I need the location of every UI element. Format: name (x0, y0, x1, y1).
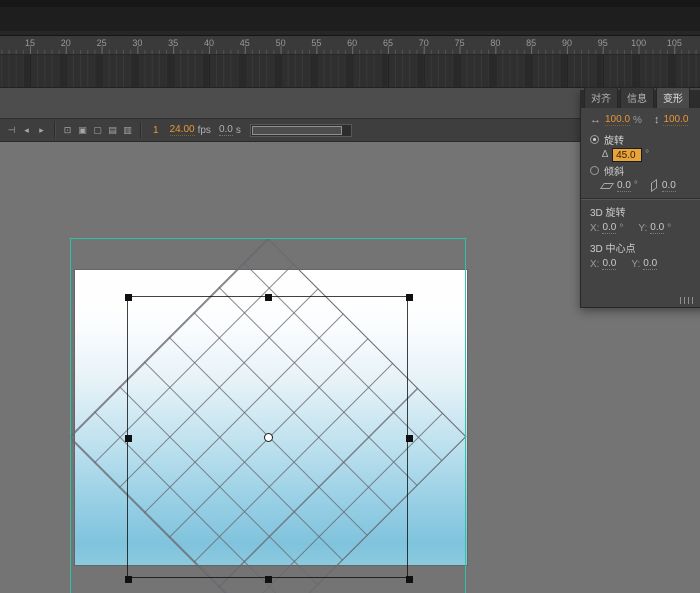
rotate-radio[interactable] (590, 135, 599, 144)
next-frame-icon[interactable]: ▸ (35, 123, 48, 138)
panel-tab-bar: 对齐 信息 变形 (580, 90, 700, 108)
onion-skin-outline-icon[interactable]: ▢ (91, 123, 104, 138)
ruler-number: 70 (419, 38, 429, 48)
top-bar (0, 0, 700, 36)
timeline-menu-icon[interactable]: ⊣ (5, 123, 18, 138)
skew-v-value[interactable]: 0.0 (662, 180, 676, 192)
toolbar-separator (140, 122, 141, 138)
ruler-number: 45 (240, 38, 250, 48)
rotate3d-y-label: Y: (638, 223, 647, 234)
skew-horizontal-icon (600, 183, 614, 189)
rotate-label: 旋转 (604, 132, 624, 147)
center3d-label: 3D 中心点 (590, 240, 636, 255)
transform-handle[interactable] (125, 294, 132, 301)
transform-handle[interactable] (125, 435, 132, 442)
ruler-number: 85 (526, 38, 536, 48)
ruler-number: 95 (598, 38, 608, 48)
panel-resize-grip[interactable] (680, 297, 693, 304)
timeline-scrollbar-thumb[interactable] (252, 126, 342, 135)
transform-handle[interactable] (406, 435, 413, 442)
skew-vertical-icon (651, 179, 657, 192)
center-frame-icon[interactable]: ⊡ (61, 123, 74, 138)
modify-onion-markers-icon[interactable]: ▥ (121, 123, 134, 138)
transform-panel-body: ↔ 100.0 % ↕ 100.0 旋转 ∆ 45.0 ° 倾斜 (580, 108, 700, 308)
toolbar-icon-group-0: ⊣◂▸ (4, 123, 49, 138)
ruler-number: 60 (347, 38, 357, 48)
elapsed-time-value: 0.0 (219, 124, 233, 136)
transform-handle[interactable] (265, 294, 272, 301)
skew-radio[interactable] (590, 166, 599, 175)
rotate3d-x-unit: ° (619, 223, 623, 234)
onion-skin-icon[interactable]: ▣ (76, 123, 89, 138)
ruler-number: 50 (276, 38, 286, 48)
tab-info[interactable]: 信息 (620, 87, 654, 108)
edit-multiple-frames-icon[interactable]: ▤ (106, 123, 119, 138)
tab-transform[interactable]: 变形 (656, 87, 690, 108)
elapsed-time-unit: s (236, 125, 241, 136)
rotate-unit: ° (645, 149, 649, 160)
rotate-angle-icon: ∆ (602, 149, 608, 160)
rotate3d-label: 3D 旋转 (590, 204, 626, 219)
skew-label: 倾斜 (604, 163, 624, 178)
ruler-number: 35 (168, 38, 178, 48)
toolbar-separator (54, 122, 55, 138)
center3d-y-label: Y: (631, 259, 640, 270)
timeline-scrollbar[interactable] (250, 124, 352, 137)
skew-h-unit: ° (634, 180, 638, 191)
rotate3d-x-label: X: (590, 223, 599, 234)
transform-handle[interactable] (125, 576, 132, 583)
frame-rate-value[interactable]: 24.00 (170, 124, 195, 136)
frame-rate-unit: fps (198, 125, 211, 136)
rotate3d-y-unit: ° (667, 223, 671, 234)
timeline-ruler[interactable]: 15 20 25 30 35 40 45 50 55 60 65 70 75 80 85 90 95 100 105 (0, 36, 700, 55)
ruler-number: 30 (132, 38, 142, 48)
ruler-number: 105 (667, 38, 682, 48)
skew-h-value[interactable]: 0.0 (617, 180, 631, 192)
current-frame-indicator[interactable]: 1 (153, 125, 159, 136)
ruler-number: 75 (455, 38, 465, 48)
ruler-number: 55 (311, 38, 321, 48)
scale-vertical-icon: ↕ (654, 114, 660, 126)
tab-align[interactable]: 对齐 (584, 87, 618, 108)
panel-divider (581, 198, 700, 200)
ruler-number: 100 (631, 38, 646, 48)
rotate-value-input[interactable]: 45.0 (612, 148, 642, 162)
ruler-number: 40 (204, 38, 214, 48)
timeline-frames[interactable] (0, 55, 700, 88)
scale-horizontal-icon: ↔ (590, 114, 601, 126)
rotate3d-x-value[interactable]: 0.0 (602, 222, 616, 234)
rotate3d-y-value[interactable]: 0.0 (650, 222, 664, 234)
scale-height-value[interactable]: 100.0 (663, 114, 688, 126)
ruler-number: 65 (383, 38, 393, 48)
ruler-number: 80 (490, 38, 500, 48)
scale-width-unit: % (633, 115, 642, 126)
toolbar-icon-group-1: ⊡▣▢▤▥ (60, 123, 135, 138)
transform-handle[interactable] (265, 576, 272, 583)
flash-window: 15 20 25 30 35 40 45 50 55 60 65 70 75 80 85 90 95 100 105… (0, 0, 700, 593)
center3d-y-value[interactable]: 0.0 (643, 258, 657, 270)
ruler-number: 25 (97, 38, 107, 48)
transform-handle[interactable] (406, 576, 413, 583)
center3d-x-value[interactable]: 0.0 (602, 258, 616, 270)
center3d-x-label: X: (590, 259, 599, 270)
transform-handle[interactable] (406, 294, 413, 301)
ruler-number: 20 (61, 38, 71, 48)
transform-center-point[interactable] (264, 433, 273, 442)
transform-box[interactable] (127, 296, 408, 578)
ruler-number: 15 (25, 38, 35, 48)
transform-panel: 对齐 信息 变形 ↔ 100.0 % ↕ 100.0 旋转 ∆ 45.0 ° (580, 90, 700, 308)
scale-width-value[interactable]: 100.0 (605, 114, 630, 126)
ruler-number: 90 (562, 38, 572, 48)
prev-frame-icon[interactable]: ◂ (20, 123, 33, 138)
